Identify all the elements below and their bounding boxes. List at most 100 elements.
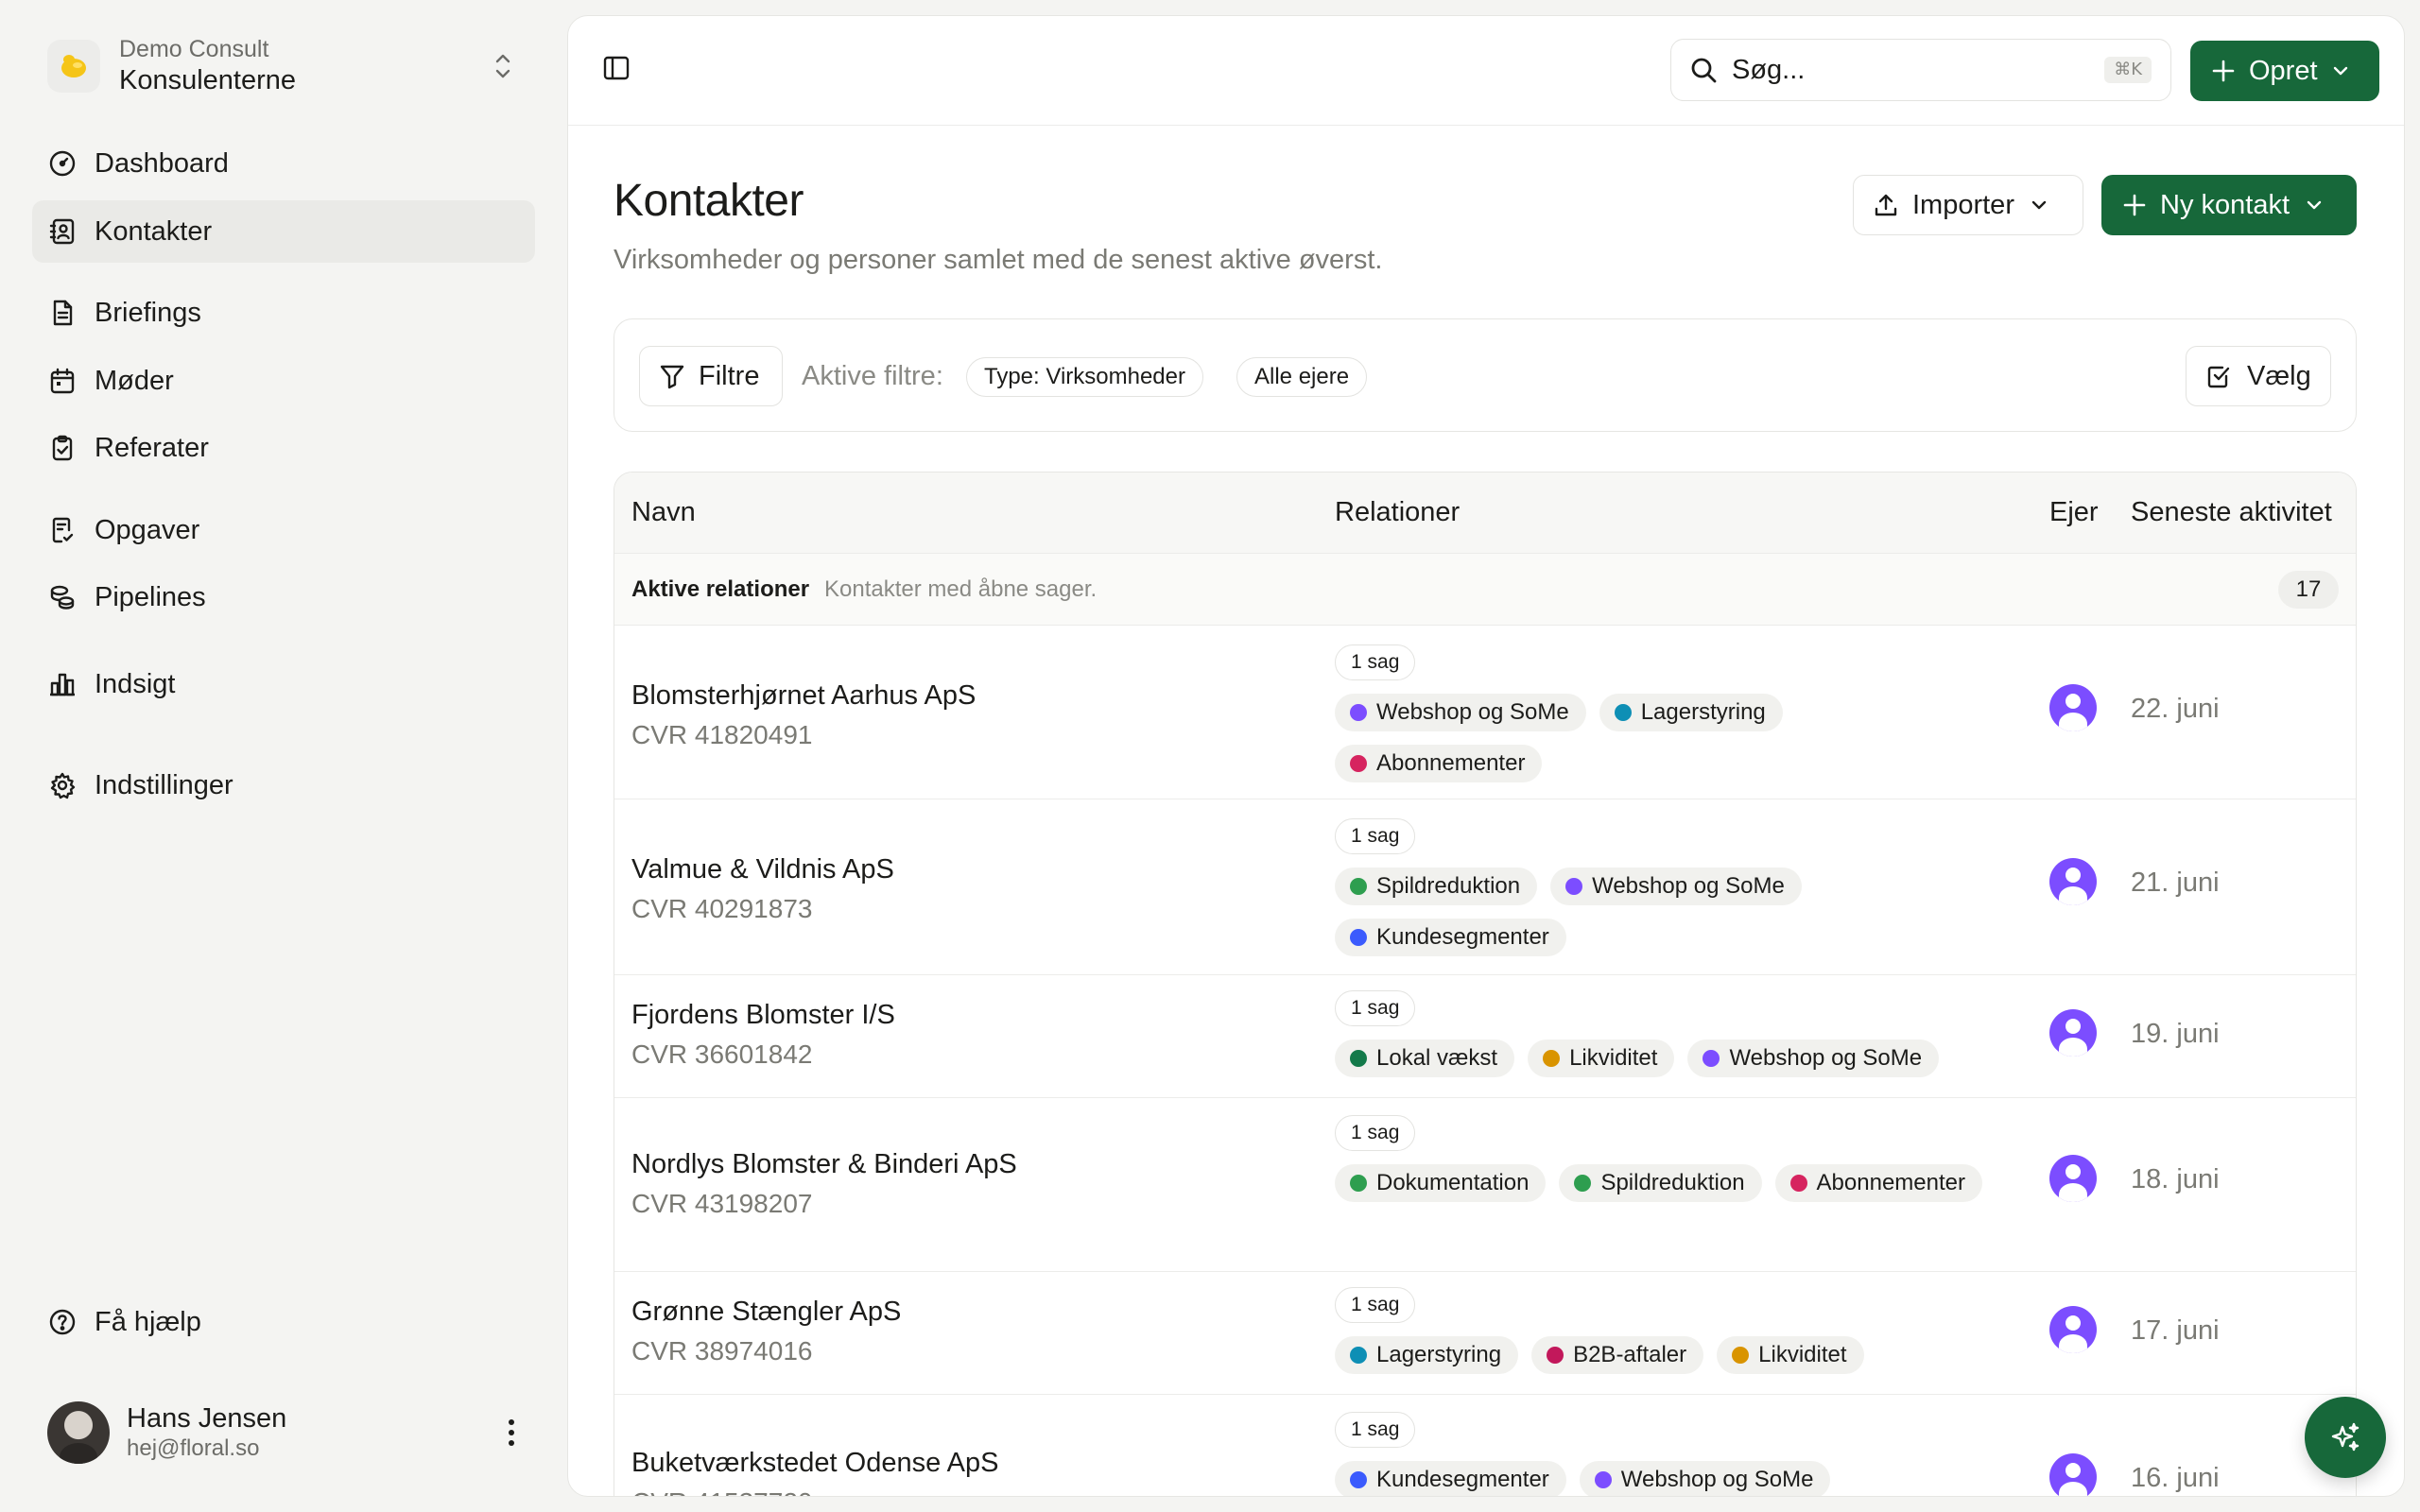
contact-name[interactable]: Buketværkstedet Odense ApS [631, 1448, 999, 1479]
relation-tag[interactable]: Kundesegmenter [1335, 1461, 1566, 1496]
sidebar-item-opgaver[interactable]: Opgaver [32, 499, 535, 561]
relation-tag[interactable]: B2B-aftaler [1531, 1336, 1704, 1374]
relation-tag[interactable]: Webshop og SoMe [1579, 1461, 1831, 1496]
table-row[interactable]: Nordlys Blomster & Binderi ApS CVR 43198… [614, 1098, 2356, 1272]
help-circle-icon [47, 1307, 78, 1337]
table-row[interactable]: Valmue & Vildnis ApS CVR 40291873 1 sag … [614, 799, 2356, 975]
import-button-label: Importer [1912, 189, 2014, 220]
import-button[interactable]: Importer [1853, 175, 2083, 235]
ai-assistant-button[interactable] [2305, 1397, 2386, 1478]
filter-button-label: Filtre [699, 360, 760, 391]
search-input[interactable] [1732, 54, 2072, 86]
relation-tag[interactable]: Webshop og SoMe [1550, 868, 1802, 905]
column-header-owner[interactable]: Ejer [2049, 497, 2099, 528]
sidebar-item-help[interactable]: Få hjælp [32, 1291, 535, 1353]
tag-color-dot [1350, 755, 1367, 772]
last-activity-date: 16. juni [2131, 1463, 2220, 1493]
chevron-down-icon [2305, 196, 2324, 215]
contact-cvr: CVR 38974016 [631, 1336, 813, 1366]
table-row[interactable]: Buketværkstedet Odense ApS CVR 41537720 … [614, 1395, 2356, 1496]
workspace-org: Demo Consult [119, 36, 269, 62]
workspace-switcher[interactable]: Demo Consult Konsulenterne [32, 19, 535, 113]
relation-tag[interactable]: Webshop og SoMe [1335, 694, 1586, 731]
group-row[interactable]: Aktive relationer Kontakter med åbne sag… [614, 554, 2356, 626]
search-box[interactable]: ⌘K [1670, 39, 2171, 101]
sidebar-toggle-icon[interactable] [602, 54, 631, 82]
sidebar-item-referater[interactable]: Referater [32, 417, 535, 479]
user-card[interactable]: Hans Jensen hej@floral.so [32, 1393, 535, 1472]
relation-tag[interactable]: Lagerstyring [1335, 1336, 1519, 1374]
case-count-badge: 1 sag [1335, 818, 1416, 854]
upload-icon [1873, 192, 1899, 218]
relation-tag[interactable]: Kundesegmenter [1335, 919, 1566, 956]
task-list-icon [47, 515, 78, 545]
relation-tag[interactable]: Abonnementer [1774, 1164, 1982, 1202]
owner-avatar-icon[interactable] [2049, 1306, 2097, 1353]
last-activity-date: 17. juni [2131, 1315, 2220, 1346]
gauge-icon [47, 148, 78, 179]
table-row[interactable]: Blomsterhjørnet Aarhus ApS CVR 41820491 … [614, 626, 2356, 799]
contact-name[interactable]: Valmue & Vildnis ApS [631, 854, 894, 885]
relation-tag-label: Lagerstyring [1376, 1342, 1502, 1367]
gear-icon [47, 770, 78, 800]
search-shortcut: ⌘K [2104, 57, 2152, 83]
table-header: Navn Relationer Ejer Seneste aktivitet [614, 472, 2356, 554]
relation-tag[interactable]: Lagerstyring [1599, 694, 1783, 731]
sidebar-item-indsigt[interactable]: Indsigt [32, 653, 535, 715]
create-button[interactable]: Opret [2190, 41, 2379, 101]
sidebar-item-label: Referater [95, 432, 209, 463]
table-row[interactable]: Grønne Stængler ApS CVR 38974016 1 sag L… [614, 1272, 2356, 1395]
owner-avatar-icon[interactable] [2049, 1453, 2097, 1496]
column-header-relations[interactable]: Relationer [1335, 497, 1460, 528]
column-header-name[interactable]: Navn [631, 497, 696, 528]
owner-avatar-icon[interactable] [2049, 1009, 2097, 1057]
sidebar-item-label: Kontakter [95, 215, 213, 247]
relation-tag[interactable]: Webshop og SoMe [1687, 1040, 1940, 1077]
sidebar-item-kontakter[interactable]: Kontakter [32, 200, 535, 263]
tag-color-dot [1547, 1347, 1564, 1364]
owner-avatar-icon[interactable] [2049, 1155, 2097, 1202]
tag-color-dot [1732, 1347, 1750, 1364]
filter-chip-type[interactable]: Type: Virksomheder [966, 357, 1203, 397]
sidebar-item-label: Få hjælp [95, 1306, 201, 1337]
plus-icon [2122, 193, 2147, 217]
tag-color-dot [1350, 704, 1367, 721]
owner-avatar-icon[interactable] [2049, 858, 2097, 905]
sidebar-item-indstillinger[interactable]: Indstillinger [32, 754, 535, 816]
table-row[interactable]: Fjordens Blomster I/S CVR 36601842 1 sag… [614, 975, 2356, 1098]
new-contact-button-label: Ny kontakt [2160, 189, 2290, 220]
relation-tag[interactable]: Spildreduktion [1559, 1164, 1762, 1202]
sidebar-item-pipelines[interactable]: Pipelines [32, 566, 535, 628]
sidebar-item-dashboard[interactable]: Dashboard [32, 132, 535, 195]
avatar [47, 1401, 110, 1464]
filter-icon [659, 363, 685, 389]
owner-avatar-icon[interactable] [2049, 684, 2097, 731]
sidebar-item-briefings[interactable]: Briefings [32, 282, 535, 344]
contact-name[interactable]: Nordlys Blomster & Binderi ApS [631, 1149, 1017, 1180]
contact-name[interactable]: Blomsterhjørnet Aarhus ApS [631, 680, 976, 712]
more-vertical-icon[interactable] [507, 1418, 516, 1448]
contact-cvr: CVR 36601842 [631, 1040, 813, 1069]
relation-tag[interactable]: Lokal vækst [1335, 1040, 1515, 1077]
case-count-badge: 1 sag [1335, 1115, 1416, 1151]
case-count-badge: 1 sag [1335, 1412, 1416, 1448]
sidebar-item-moeder[interactable]: Møder [32, 350, 535, 412]
contact-name[interactable]: Fjordens Blomster I/S [631, 1000, 895, 1031]
sidebar-item-label: Indstillinger [95, 769, 233, 800]
relations-cell: 1 sag Lokal vækst Likviditet Webshop og … [1335, 990, 2015, 1077]
relation-tag[interactable]: Likviditet [1717, 1336, 1864, 1374]
calendar-icon [47, 366, 78, 396]
filter-button[interactable]: Filtre [639, 346, 783, 406]
relation-tag[interactable]: Likviditet [1528, 1040, 1675, 1077]
select-button[interactable]: Vælg [2186, 346, 2331, 406]
column-header-activity[interactable]: Seneste aktivitet [2131, 497, 2332, 528]
relation-tag[interactable]: Abonnementer [1335, 745, 1543, 782]
main-panel: ⌘K Opret Kontakter Virksomheder og perso… [567, 15, 2405, 1497]
relation-tag-label: Likviditet [1758, 1342, 1847, 1367]
relation-tag[interactable]: Spildreduktion [1335, 868, 1538, 905]
contact-name[interactable]: Grønne Stængler ApS [631, 1297, 901, 1328]
relation-tag[interactable]: Dokumentation [1335, 1164, 1547, 1202]
new-contact-button[interactable]: Ny kontakt [2101, 175, 2357, 235]
relation-tag-label: Spildreduktion [1376, 873, 1521, 899]
filter-chip-owner[interactable]: Alle ejere [1236, 357, 1368, 397]
